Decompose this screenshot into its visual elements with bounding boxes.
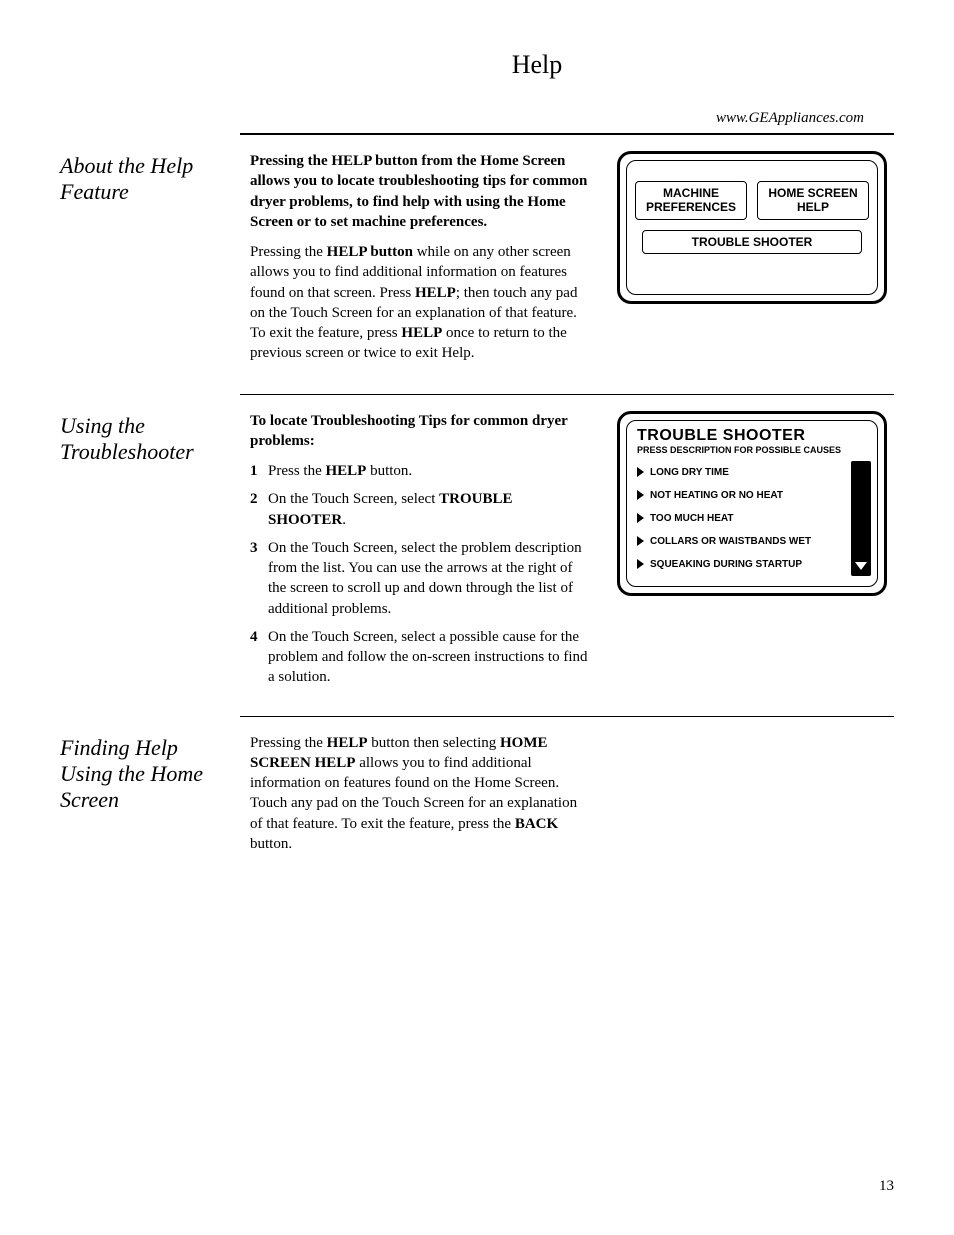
list-item: 3On the Touch Screen, select the problem… bbox=[250, 538, 590, 619]
ts-item: SQUEAKING DURING STARTUP bbox=[637, 553, 847, 576]
section-heading: Finding Help Using the Home Screen bbox=[60, 733, 230, 865]
machine-preferences-button: MACHINE PREFERENCES bbox=[635, 181, 747, 220]
list-item: 2On the Touch Screen, select TROUBLE SHO… bbox=[250, 489, 590, 530]
section-troubleshooter: Using the Troubleshooter To locate Troub… bbox=[60, 411, 894, 696]
ts-title: TROUBLE SHOOTER bbox=[637, 427, 871, 445]
paragraph: Pressing the HELP button while on any ot… bbox=[250, 242, 590, 364]
ts-item: NOT HEATING OR NO HEAT bbox=[637, 484, 847, 507]
list-item: 4On the Touch Screen, select a possible … bbox=[250, 627, 590, 688]
arrow-right-icon bbox=[637, 467, 644, 477]
arrow-right-icon bbox=[637, 490, 644, 500]
paragraph: Pressing the HELP button from the Home S… bbox=[250, 151, 590, 232]
section-body: Pressing the HELP button then selecting … bbox=[250, 733, 590, 865]
steps-list: 1Press the HELP button. 2On the Touch Sc… bbox=[250, 461, 590, 688]
header-url: www.GEAppliances.com bbox=[60, 110, 894, 127]
home-screen-help-button: HOME SCREEN HELP bbox=[757, 181, 869, 220]
list-item: 1Press the HELP button. bbox=[250, 461, 590, 481]
ts-item: TOO MUCH HEAT bbox=[637, 507, 847, 530]
scrollbar bbox=[851, 461, 871, 576]
section-body: To locate Troubleshooting Tips for commo… bbox=[250, 411, 590, 696]
divider bbox=[240, 394, 894, 395]
section-home-screen-help: Finding Help Using the Home Screen Press… bbox=[60, 733, 894, 865]
section-body: Pressing the HELP button from the Home S… bbox=[250, 151, 590, 374]
chevron-down-icon bbox=[855, 562, 867, 570]
help-menu-figure: MACHINE PREFERENCES HOME SCREEN HELP TRO… bbox=[617, 151, 887, 304]
arrow-right-icon bbox=[637, 536, 644, 546]
section-about-help: About the Help Feature Pressing the HELP… bbox=[60, 151, 894, 374]
section-heading: Using the Troubleshooter bbox=[60, 411, 230, 696]
divider bbox=[240, 716, 894, 717]
arrow-right-icon bbox=[637, 513, 644, 523]
paragraph: Pressing the HELP button then selecting … bbox=[250, 733, 590, 855]
divider bbox=[240, 133, 894, 135]
ts-subtitle: PRESS DESCRIPTION FOR POSSIBLE CAUSES bbox=[637, 445, 871, 455]
lead-text: To locate Troubleshooting Tips for commo… bbox=[250, 411, 590, 452]
arrow-right-icon bbox=[637, 559, 644, 569]
page-title: Help bbox=[180, 50, 894, 80]
section-heading: About the Help Feature bbox=[60, 151, 230, 374]
trouble-shooter-button: TROUBLE SHOOTER bbox=[642, 230, 862, 254]
ts-item: COLLARS OR WAISTBANDS WET bbox=[637, 530, 847, 553]
ts-item: LONG DRY TIME bbox=[637, 461, 847, 484]
ts-list: LONG DRY TIME NOT HEATING OR NO HEAT TOO… bbox=[637, 461, 847, 576]
page-number: 13 bbox=[879, 1178, 894, 1195]
troubleshooter-figure: TROUBLE SHOOTER PRESS DESCRIPTION FOR PO… bbox=[617, 411, 887, 596]
